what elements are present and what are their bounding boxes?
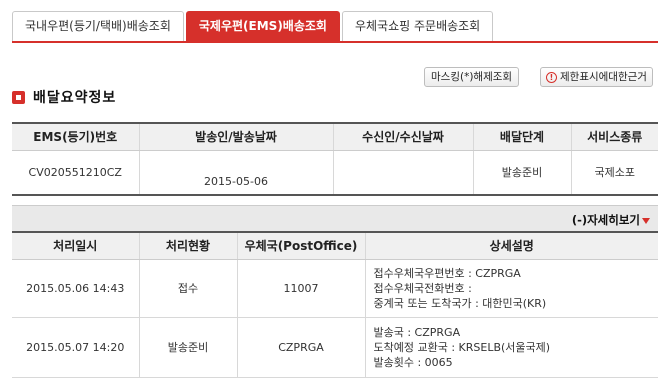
row-status: 발송준비 bbox=[138, 317, 237, 378]
tab-domestic[interactable]: 국내우편(등기/택배)배송조회 bbox=[12, 11, 184, 41]
section-title-text: 배달요약정보 bbox=[33, 90, 117, 106]
restriction-basis-button[interactable]: ! 제한표시에대한근거 bbox=[540, 67, 653, 87]
tab-bar: 국내우편(등기/택배)배송조회 국제우편(EMS)배송조회 우체국쇼핑 주문배송… bbox=[12, 11, 495, 41]
row-status: 접수 bbox=[138, 259, 237, 318]
row-post-office: CZPRGA bbox=[236, 317, 365, 378]
row-description: 접수우체국우편번호 : CZPRGA 접수우체국전화번호 : 중계국 또는 도착… bbox=[364, 259, 658, 318]
details-header-row: 처리일시 처리현황 우체국(PostOffice) 상세설명 bbox=[12, 232, 658, 260]
header-datetime: 처리일시 bbox=[12, 232, 139, 260]
row-description: 발송국 : CZPRGA 도착예정 교환국 : KRSELB(서울국제) 발송횟… bbox=[364, 317, 658, 378]
desc-line: 도착예정 교환국 : KRSELB(서울국제) bbox=[373, 340, 551, 354]
header-tracking-number: EMS(등기)번호 bbox=[12, 123, 139, 151]
row-post-office: 11007 bbox=[236, 259, 365, 318]
table-row: 2015.05.06 14:43 접수 11007 접수우체국우편번호 : CZ… bbox=[12, 259, 658, 318]
section-bullet-icon bbox=[12, 90, 25, 104]
triangle-down-icon bbox=[642, 217, 650, 224]
restriction-basis-label: 제한표시에대한근거 bbox=[560, 71, 647, 83]
desc-line: 발송국 : CZPRGA bbox=[373, 325, 461, 339]
tab-shopping[interactable]: 우체국쇼핑 주문배송조회 bbox=[341, 11, 494, 41]
unmask-search-button[interactable]: 마스킹(*)해제조회 bbox=[424, 67, 520, 87]
desc-line: 발송횟수 : 0065 bbox=[373, 355, 453, 369]
section-title: 배달요약정보 bbox=[12, 87, 116, 107]
info-icon: ! bbox=[546, 71, 557, 83]
header-post-office: 우체국(PostOffice) bbox=[236, 232, 365, 260]
receiver-date bbox=[332, 150, 473, 196]
header-delivery-stage: 배달단계 bbox=[472, 123, 571, 151]
tracking-number: CV020551210CZ bbox=[12, 150, 139, 196]
header-description: 상세설명 bbox=[364, 232, 658, 260]
detail-toggle-bar: (-)자세히보기 bbox=[12, 205, 658, 231]
desc-line: 접수우체국전화번호 : bbox=[373, 281, 472, 295]
tracking-details-table: 처리일시 처리현황 우체국(PostOffice) 상세설명 2015.05.0… bbox=[12, 231, 658, 378]
header-receiver-date: 수신인/수신날짜 bbox=[332, 123, 473, 151]
tab-underline bbox=[12, 41, 658, 43]
row-datetime: 2015.05.06 14:43 bbox=[12, 259, 139, 318]
detail-toggle-label: (-)자세히보기 bbox=[571, 213, 640, 227]
delivery-stage: 발송준비 bbox=[472, 150, 571, 196]
sender-date: 2015-05-06 bbox=[138, 150, 333, 196]
summary-row: CV020551210CZ 2015-05-06 발송준비 국제소포 bbox=[12, 150, 658, 196]
row-datetime: 2015.05.07 14:20 bbox=[12, 317, 139, 378]
desc-line: 접수우체국우편번호 : CZPRGA bbox=[373, 266, 521, 280]
tab-international-ems[interactable]: 국제우편(EMS)배송조회 bbox=[185, 11, 340, 41]
header-sender-date: 발송인/발송날짜 bbox=[138, 123, 333, 151]
desc-line: 중계국 또는 도착국가 : 대한민국(KR) bbox=[373, 296, 547, 310]
table-row: 2015.05.07 14:20 발송준비 CZPRGA 발송국 : CZPRG… bbox=[12, 317, 658, 378]
summary-header-row: EMS(등기)번호 발송인/발송날짜 수신인/수신날짜 배달단계 서비스종류 bbox=[12, 123, 658, 151]
detail-toggle-button[interactable]: (-)자세히보기 bbox=[572, 212, 650, 228]
header-status: 처리현황 bbox=[138, 232, 237, 260]
header-service-type: 서비스종류 bbox=[570, 123, 658, 151]
service-type: 국제소포 bbox=[570, 150, 658, 196]
delivery-summary-table: EMS(등기)번호 발송인/발송날짜 수신인/수신날짜 배달단계 서비스종류 C… bbox=[12, 122, 658, 196]
